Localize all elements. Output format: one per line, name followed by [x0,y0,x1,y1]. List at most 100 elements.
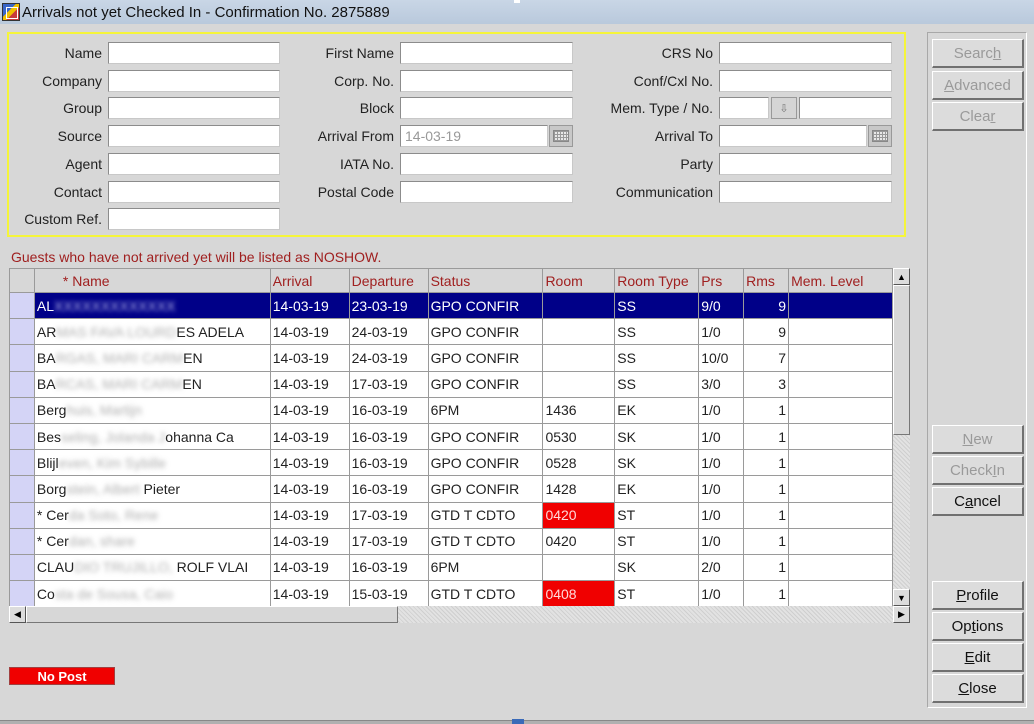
company-input[interactable] [108,69,280,92]
room-type-cell: SS [614,344,700,372]
custom-ref-input[interactable] [108,208,280,231]
table-row[interactable]: ALXXXXXXXXXXXXX 14-03-19 23-03-19 GPO CONFI… [9,291,893,320]
postal-code-input[interactable] [400,180,573,203]
custom-ref-label: Custom Ref. [24,211,102,228]
contact-input[interactable] [108,180,280,203]
table-row[interactable]: Berghuis, Martijn 14-03-19 16-03-19 6PM 1436… [9,396,893,424]
cancel-label-pre: C [954,492,965,510]
table-row[interactable]: * Cerda Soto, Rene 14-03-19 17-03-19 GTD T … [9,501,893,529]
agent-input[interactable] [108,152,280,175]
row-selector[interactable] [9,318,35,346]
table-row[interactable]: BARGAS, MARI CARMEN 14-03-19 24-03-19 GPO C… [9,344,893,372]
horizontal-scroll-thumb[interactable] [26,606,398,623]
mem-level-cell [788,501,893,529]
edit-mnemonic: E [964,648,975,666]
row-selector[interactable] [9,370,35,398]
cancel-button[interactable]: Ca ncel [932,487,1024,516]
guest-name-cell: BARGAS, MARI CARMEN [33,344,271,372]
source-input[interactable] [108,125,280,148]
column-header-name[interactable]: * Name [33,268,271,293]
arrival-from-input[interactable] [400,125,548,148]
advanced-button[interactable]: Advanced [932,71,1024,100]
first-name-input[interactable] [400,42,573,64]
guest-name-visible: AL [36,297,54,314]
options-button[interactable]: Op t ions [932,612,1024,641]
table-row[interactable]: Borgstein, Albert Pieter 14-03-19 16-03-19… [9,475,893,503]
bottom-marker [512,719,524,724]
check-in-button[interactable]: Check In [932,456,1024,485]
new-button[interactable]: New [932,425,1024,454]
column-header-prs[interactable]: Prs [698,268,745,293]
row-selector[interactable] [9,449,35,477]
horizontal-scrollbar[interactable]: ◀ ▶ [9,606,910,623]
row-selector[interactable] [9,527,35,555]
arrival-to-calendar-button[interactable] [868,125,892,148]
profile-button[interactable]: Profile [932,581,1024,610]
new-label-post: ew [973,430,993,448]
arrival-from-calendar-button[interactable] [549,125,573,148]
column-header-room[interactable]: Room [542,268,616,293]
table-row[interactable]: ARMAS FAVA LOURDES ADELA 14-03-19 24-03-19… [9,318,893,346]
scroll-up-arrow-icon[interactable]: ▲ [893,268,910,285]
corp-no-input[interactable] [400,69,573,92]
row-selector[interactable] [9,291,35,320]
table-row[interactable]: Costa de Sousa, Caio 14-03-19 15-03-19 GTD … [9,580,893,606]
guest-name-visible: Blijl [36,454,59,471]
crs-no-input[interactable] [719,42,892,64]
column-header-mem-level[interactable]: Mem. Level [788,268,893,293]
noshow-notice: Guests who have not arrived yet will be … [11,249,382,265]
mem-type-lov-button[interactable]: ⇩ [771,97,797,120]
name-input[interactable] [108,42,280,64]
search-button[interactable]: Searc h [932,39,1024,68]
status-cell: 6PM [427,396,544,424]
close-button[interactable]: Close [932,674,1024,703]
edit-button[interactable]: Edit [932,643,1024,672]
guest-name-redacted: da Soto, Rene [68,507,159,524]
vertical-scroll-thumb[interactable] [893,285,910,435]
party-input[interactable] [719,152,892,175]
row-selector[interactable] [9,475,35,503]
arrival-to-input[interactable] [719,125,867,148]
calendar-icon [872,130,888,143]
conf-cxl-no-input[interactable] [719,69,892,92]
row-selector[interactable] [9,344,35,372]
column-header-departure[interactable]: Departure [348,268,429,293]
guest-name-visible: Borg [36,480,67,497]
table-row[interactable]: BARCAS, MARI CARMEN 14-03-19 17-03-19 GPO C… [9,370,893,398]
block-input[interactable] [400,97,573,120]
column-header-arrival[interactable]: Arrival [269,268,350,293]
persons-cell: 1/0 [698,318,745,346]
column-header-status[interactable]: Status [427,268,544,293]
group-input[interactable] [108,97,280,120]
table-row[interactable]: * Cerdan, share 14-03-19 17-03-19 GTD T CDT… [9,527,893,555]
arrival-cell: 14-03-19 [269,527,350,555]
guest-name-visible: Co [36,585,55,602]
mem-level-cell [788,553,893,582]
block-label: Block [359,100,394,117]
scroll-right-arrow-icon[interactable]: ▶ [893,606,910,623]
mem-type-input[interactable] [719,97,769,120]
table-row[interactable]: Blijleven, Kim Sybille 14-03-19 16-03-19 GP… [9,449,893,477]
vertical-scrollbar[interactable]: ▲ ▼ [893,268,910,606]
column-header-room-type[interactable]: Room Type [614,268,700,293]
row-selector[interactable] [9,580,35,606]
row-selector[interactable] [9,422,35,451]
scroll-left-arrow-icon[interactable]: ◀ [9,606,26,623]
row-selector[interactable] [9,396,35,424]
table-row[interactable]: CLAUDIO TRUJILLO, ROLF VLAI 14-03-19 16-03… [9,553,893,582]
communication-input[interactable] [719,180,892,203]
mem-no-input[interactable] [799,97,892,120]
row-selector[interactable] [9,553,35,582]
iata-no-input[interactable] [400,152,573,175]
guest-name-redacted: XXXXXXXXXXXXX [54,297,176,314]
mem-level-cell [788,318,893,346]
scroll-down-arrow-icon[interactable]: ▼ [893,589,910,606]
search-criteria-panel: Name Company Group Source Agent Contact Custom… [7,32,906,237]
clear-button[interactable]: Clea r [932,102,1024,131]
status-cell: GPO CONFIR [427,475,544,503]
column-header-rms[interactable]: Rms [743,268,790,293]
cancel-mnemonic: a [964,492,974,510]
table-row[interactable]: Besseling, Jolanda Johanna Ca 14-03-19 16-… [9,422,893,451]
rooms-cell: 1 [743,527,790,555]
row-selector[interactable] [9,501,35,529]
